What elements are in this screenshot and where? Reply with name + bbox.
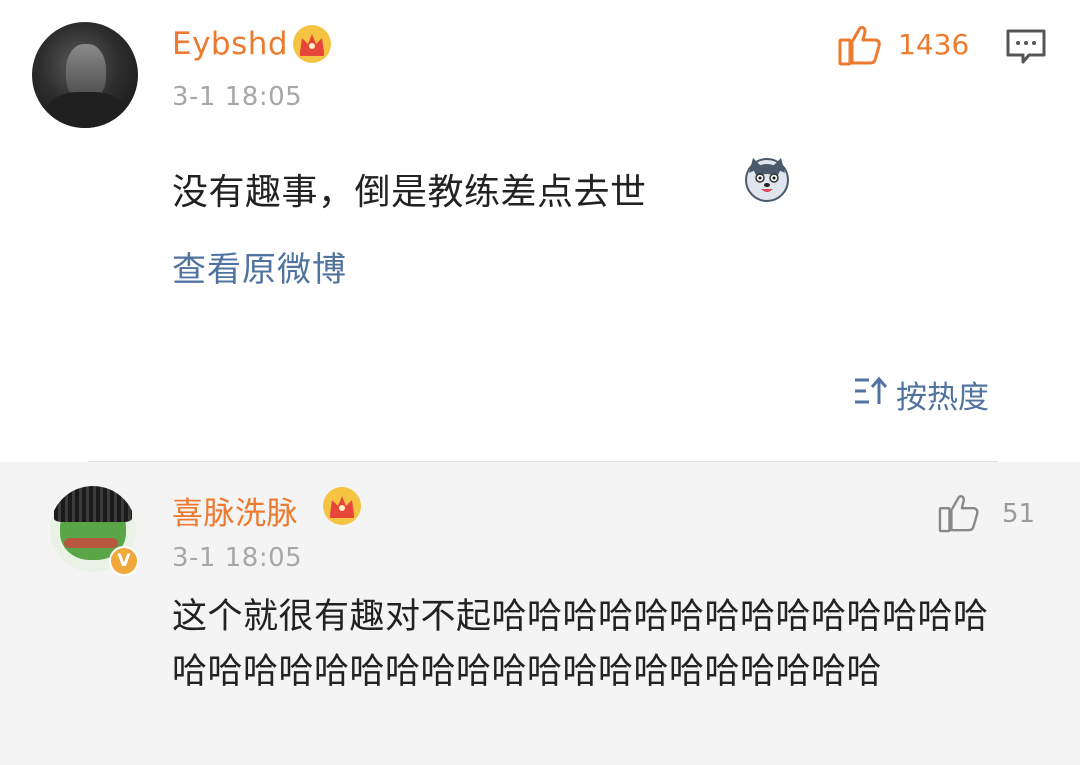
sort-by-hot-button[interactable]: 按热度 [896,372,989,417]
avatar[interactable] [32,22,138,128]
comment-text: 没有趣事，倒是教练差点去世 [172,172,647,213]
avatar-hair [54,486,132,522]
husky-dog-emoji-icon [745,158,789,202]
divider [88,461,998,462]
timestamp: 3-1 18:05 [172,543,303,573]
avatar-body [46,92,126,128]
timestamp: 3-1 18:05 [172,82,303,112]
view-original-weibo-link[interactable]: 查看原微博 [172,242,347,291]
username[interactable]: 喜脉洗脉 [172,488,298,533]
like-count: 51 [1002,499,1036,529]
verified-v-badge-icon: V [109,546,139,576]
thumbs-up-icon[interactable] [938,493,980,533]
comment-text: 这个就很有趣对不起哈哈哈哈哈哈哈哈哈哈哈哈哈哈哈哈哈哈哈哈哈哈哈哈哈哈哈哈哈哈哈… [172,597,989,692]
thumbs-up-icon[interactable] [838,24,882,66]
vip-crown-icon [293,25,331,63]
comment-bubble-icon[interactable] [1005,28,1047,66]
username[interactable]: Eybshd [172,26,288,62]
like-count: 1436 [898,28,970,61]
vip-crown-icon [323,487,361,525]
avatar-mouth [64,538,118,548]
sort-icon[interactable] [852,376,890,406]
